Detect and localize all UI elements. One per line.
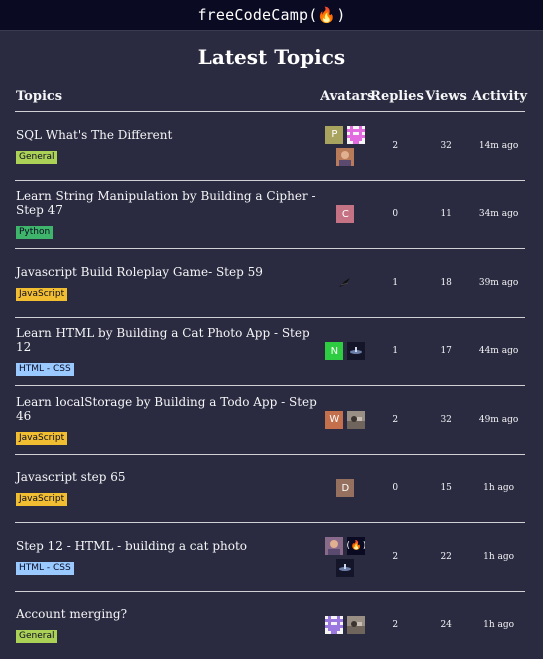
header-views: Views: [420, 89, 472, 104]
avatar-letter[interactable]: P: [325, 126, 343, 144]
topic-cell: SQL What's The Different General: [15, 128, 320, 164]
avatar-group: C: [320, 205, 370, 223]
category-badge[interactable]: JavaScript: [16, 432, 67, 445]
topic-cell: Javascript step 65 JavaScript: [15, 470, 320, 506]
header-activity: Activity: [472, 89, 525, 104]
topic-title-link[interactable]: SQL What's The Different: [16, 128, 320, 142]
table-row: Account merging? General 2241h ago: [15, 592, 525, 659]
avatar-fcc-logo[interactable]: (🔥): [347, 537, 365, 555]
views-count: 32: [420, 415, 472, 425]
topic-cell: Learn String Manipulation by Building a …: [15, 189, 320, 239]
views-count: 11: [420, 209, 472, 219]
category-badge[interactable]: JavaScript: [16, 493, 67, 506]
avatar-letter[interactable]: C: [336, 205, 354, 223]
replies-count: 0: [370, 209, 420, 219]
category-badge[interactable]: General: [16, 151, 57, 164]
header-topics: Topics: [15, 89, 320, 104]
page-title: Latest Topics: [0, 45, 543, 69]
replies-count: 2: [370, 552, 420, 562]
replies-count: 2: [370, 141, 420, 151]
avatar-letter[interactable]: D: [336, 479, 354, 497]
topic-cell: Account merging? General: [15, 607, 320, 643]
replies-count: 2: [370, 415, 420, 425]
topic-title-link[interactable]: Step 12 - HTML - building a cat photo: [16, 539, 320, 553]
brand-logo[interactable]: freeCodeCamp(🔥): [197, 6, 345, 24]
avatar-drawing[interactable]: [336, 274, 354, 292]
topic-cell: Step 12 - HTML - building a cat photo HTM…: [15, 539, 320, 575]
table-row: Javascript step 65 JavaScript D 0151h ago: [15, 455, 525, 524]
replies-count: 1: [370, 278, 420, 288]
views-count: 24: [420, 620, 472, 630]
replies-count: 2: [370, 620, 420, 630]
activity-time: 1h ago: [472, 620, 525, 630]
table-row: Learn localStorage by Building a Todo Ap…: [15, 386, 525, 455]
avatars-cell: P: [320, 126, 370, 166]
category-badge[interactable]: HTML - CSS: [16, 562, 74, 575]
topic-cell: Javascript Build Roleplay Game- Step 59 J…: [15, 265, 320, 301]
views-count: 18: [420, 278, 472, 288]
topic-title-link[interactable]: Learn localStorage by Building a Todo Ap…: [16, 395, 320, 423]
views-count: 22: [420, 552, 472, 562]
header-replies: Replies: [370, 89, 420, 104]
avatar-group: P: [320, 126, 370, 166]
avatar-group: N: [320, 342, 370, 360]
category-badge[interactable]: HTML - CSS: [16, 363, 74, 376]
table-body: SQL What's The DifferentGeneralP23214m a…: [15, 112, 525, 659]
avatar-photo[interactable]: [347, 616, 365, 634]
activity-time: 14m ago: [472, 141, 525, 151]
avatar-group: [320, 274, 370, 292]
activity-time: 34m ago: [472, 209, 525, 219]
table-row: Javascript Build Roleplay Game- Step 59 J…: [15, 249, 525, 318]
category-badge[interactable]: General: [16, 630, 57, 643]
activity-time: 44m ago: [472, 346, 525, 356]
avatar-photo[interactable]: [347, 411, 365, 429]
activity-time: 1h ago: [472, 483, 525, 493]
table-row: Learn HTML by Building a Cat Photo App -…: [15, 318, 525, 387]
avatars-cell: D: [320, 479, 370, 497]
topic-title-link[interactable]: Javascript step 65: [16, 470, 320, 484]
avatar-pixel[interactable]: [347, 126, 365, 144]
views-count: 32: [420, 141, 472, 151]
avatar-letter[interactable]: N: [325, 342, 343, 360]
avatars-cell: C: [320, 205, 370, 223]
avatar-photo[interactable]: [336, 148, 354, 166]
topic-cell: Learn HTML by Building a Cat Photo App -…: [15, 326, 320, 376]
category-badge[interactable]: Python: [16, 226, 53, 239]
header-avatars: Avatars: [320, 89, 370, 104]
avatar-photo[interactable]: [325, 537, 343, 555]
views-count: 17: [420, 346, 472, 356]
topic-title-link[interactable]: Javascript Build Roleplay Game- Step 59: [16, 265, 320, 279]
topic-cell: Learn localStorage by Building a Todo Ap…: [15, 395, 320, 445]
topics-table: Topics Avatars Replies Views Activity SQ…: [15, 81, 525, 659]
activity-time: 39m ago: [472, 278, 525, 288]
avatar-group: [320, 616, 370, 634]
avatar-group: W: [320, 411, 370, 429]
topic-title-link[interactable]: Learn String Manipulation by Building a …: [16, 189, 320, 217]
avatar-photo[interactable]: [347, 342, 365, 360]
avatars-cell: [320, 616, 370, 634]
avatars-cell: N: [320, 342, 370, 360]
category-badge[interactable]: JavaScript: [16, 288, 67, 301]
table-row: SQL What's The Different General P 23214m a…: [15, 112, 525, 181]
avatar-photo[interactable]: [336, 559, 354, 577]
table-row: Step 12 - HTML - building a cat photo HTM…: [15, 523, 525, 592]
avatar-group: D: [320, 479, 370, 497]
avatars-cell: W: [320, 411, 370, 429]
replies-count: 0: [370, 483, 420, 493]
topic-title-link[interactable]: Learn HTML by Building a Cat Photo App -…: [16, 326, 320, 354]
avatars-cell: [320, 274, 370, 292]
avatars-cell: (🔥): [320, 537, 370, 577]
replies-count: 1: [370, 346, 420, 356]
topic-title-link[interactable]: Account merging?: [16, 607, 320, 621]
activity-time: 49m ago: [472, 415, 525, 425]
table-row: Learn String Manipulation by Building a …: [15, 181, 525, 250]
activity-time: 1h ago: [472, 552, 525, 562]
views-count: 15: [420, 483, 472, 493]
avatar-letter[interactable]: W: [325, 411, 343, 429]
avatar-group: (🔥): [320, 537, 370, 577]
table-header: Topics Avatars Replies Views Activity: [15, 81, 525, 112]
avatar-pixel[interactable]: [325, 616, 343, 634]
top-navbar: freeCodeCamp(🔥): [0, 0, 543, 31]
